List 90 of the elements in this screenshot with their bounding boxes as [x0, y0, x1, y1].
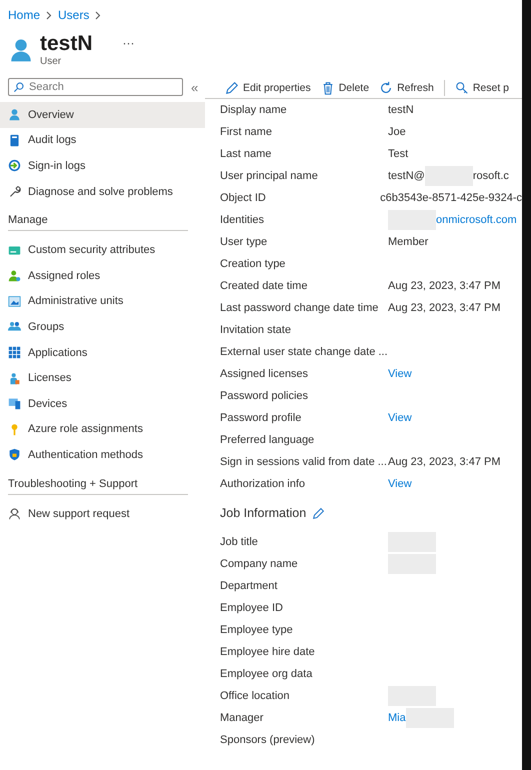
- property-label: Company name: [220, 558, 299, 570]
- sidebar-item[interactable]: Authentication methods: [0, 442, 205, 468]
- property-label: Display name: [220, 104, 288, 116]
- id-card-icon: [8, 244, 21, 257]
- property-value: testN: [388, 104, 414, 116]
- person-icon: [8, 108, 21, 122]
- property-value: Aug 23, 2023, 3:47 PM: [388, 456, 501, 468]
- app-grid-icon: [8, 346, 21, 360]
- property-label: Last name: [220, 148, 272, 160]
- toolbar-button[interactable]: Edit properties: [225, 81, 311, 95]
- property-label: Object ID: [220, 192, 267, 204]
- property-label: Job title: [220, 536, 259, 548]
- sidebar-item[interactable]: New support request: [0, 500, 205, 526]
- sidebar-item[interactable]: Assigned roles: [0, 262, 205, 289]
- property-label: Creation type: [220, 258, 286, 270]
- property-label: Sponsors (preview): [220, 734, 316, 746]
- sidebar-item[interactable]: Sign-in logs: [0, 153, 205, 179]
- property-label: Department: [220, 580, 278, 592]
- property-label: Password policies: [220, 390, 310, 402]
- sidebar-item[interactable]: Diagnose and solve problems: [0, 178, 205, 204]
- property-value: Aug 23, 2023, 3:47 PM: [388, 302, 501, 314]
- book-icon: [8, 134, 21, 147]
- property-value: Member: [388, 236, 428, 248]
- chevron-icon: [46, 10, 52, 20]
- property-value: Joe: [388, 126, 406, 138]
- property-label: Authorization info: [220, 478, 306, 490]
- section-heading: Troubleshooting + Support: [8, 472, 188, 495]
- property-link[interactable]: View: [388, 478, 412, 490]
- property-label: First name: [220, 126, 273, 138]
- search-field[interactable]: Search: [8, 78, 183, 96]
- property-label: Assigned licenses: [220, 368, 310, 380]
- people-icon: [8, 320, 21, 334]
- property-value: Test: [388, 148, 408, 160]
- property-label: Manager: [220, 712, 264, 724]
- sidebar-item[interactable]: Groups: [0, 314, 205, 340]
- refresh-icon: [379, 81, 394, 95]
- more-button[interactable]: ···: [122, 36, 135, 50]
- breadcrumb-link[interactable]: Home: [8, 8, 40, 22]
- property-label: Employee hire date: [220, 646, 316, 658]
- user-badge-icon: [8, 269, 21, 282]
- property-label: Created date time: [220, 280, 308, 292]
- property-label: User type: [220, 236, 268, 248]
- toolbar-button[interactable]: Refresh: [379, 81, 434, 95]
- sidebar-item[interactable]: Audit logs: [0, 128, 205, 154]
- section-heading: Job Information: [220, 506, 306, 520]
- pencil-icon: [225, 81, 239, 95]
- building-icon: [8, 294, 21, 308]
- shield-lock-icon: [8, 448, 21, 462]
- property-label: Office location: [220, 690, 291, 702]
- property-label: Invitation state: [220, 324, 292, 336]
- key-icon: [454, 81, 469, 95]
- section-heading: Manage: [8, 208, 188, 232]
- sidebar-item[interactable]: Custom security attributes: [0, 237, 205, 263]
- page-title: testN: [40, 32, 93, 56]
- sidebar-item[interactable]: Licenses: [0, 365, 205, 391]
- wrench-icon: [8, 185, 21, 198]
- sidebar-item[interactable]: Administrative units: [0, 288, 205, 314]
- toolbar-button[interactable]: Reset p: [454, 81, 510, 95]
- pencil-icon[interactable]: [312, 506, 326, 520]
- chevron-icon: [95, 10, 102, 20]
- property-label: Sign in sessions valid from date ...: [220, 456, 388, 468]
- property-label: Password profile: [220, 412, 302, 424]
- property-label: Preferred language: [220, 434, 316, 446]
- sign-in-icon: [8, 159, 21, 172]
- sidebar-item[interactable]: Azure role assignments: [0, 416, 205, 442]
- property-label: Employee ID: [220, 602, 284, 614]
- property-label: Last password change date time: [220, 302, 380, 314]
- toolbar-button[interactable]: Delete: [320, 81, 370, 95]
- property-value: testN@: [388, 170, 425, 182]
- sidebar-item[interactable]: Devices: [0, 390, 205, 417]
- sidebar-item[interactable]: Overview: [0, 102, 205, 128]
- breadcrumb-link[interactable]: Users: [58, 8, 90, 22]
- trash-icon: [320, 81, 335, 95]
- property-label: External user state change date ...: [220, 346, 388, 358]
- property-link[interactable]: View: [388, 368, 412, 380]
- property-label: Employee type: [220, 624, 294, 636]
- monitor-icon: [8, 397, 21, 410]
- page-subtitle: User: [40, 56, 62, 67]
- collapse-button[interactable]: «: [191, 80, 198, 94]
- property-link[interactable]: View: [388, 412, 412, 424]
- property-value: rosoft.c: [472, 170, 509, 182]
- property-label: Identities: [220, 214, 266, 226]
- property-label: User principal name: [220, 170, 319, 182]
- person-license-icon: [8, 372, 21, 385]
- property-link[interactable]: Mia: [388, 712, 406, 724]
- sidebar-item[interactable]: Applications: [0, 340, 205, 366]
- property-value: Aug 23, 2023, 3:47 PM: [388, 280, 501, 292]
- property-label: Employee org data: [220, 668, 314, 680]
- property-link[interactable]: onmicrosoft.com: [436, 214, 517, 226]
- property-value: c6b3543e-8571-425e-9324-c: [380, 192, 522, 204]
